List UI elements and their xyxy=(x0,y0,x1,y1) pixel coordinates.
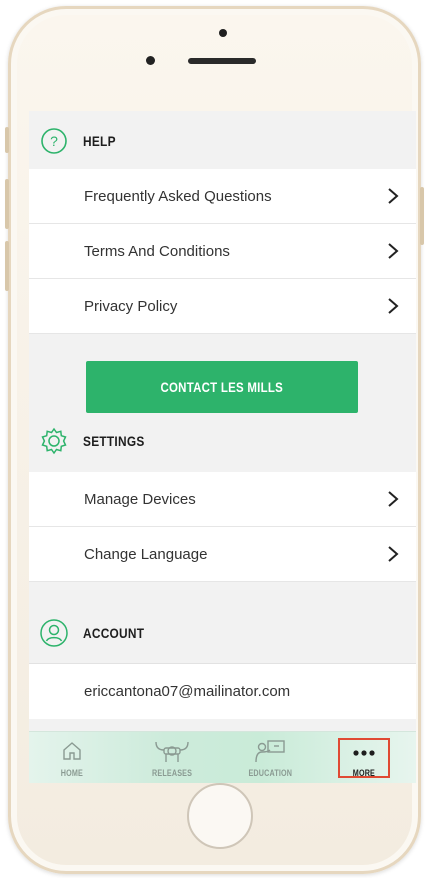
tab-releases-label: RELEASES xyxy=(151,768,193,778)
tab-home[interactable]: HOME xyxy=(29,732,117,783)
help-icon: ? xyxy=(39,126,69,156)
help-title: HELP xyxy=(83,133,116,149)
account-section-header: ACCOUNT xyxy=(29,605,416,661)
user-icon xyxy=(39,618,69,648)
app-screen: ? HELP Frequently Asked Questions Terms … xyxy=(29,111,416,783)
list-item-faq[interactable]: Frequently Asked Questions xyxy=(29,169,416,224)
list-item-label: Manage Devices xyxy=(84,491,196,508)
chevron-right-icon xyxy=(388,491,399,507)
list-item-label: Change Language xyxy=(84,546,208,563)
silent-switch xyxy=(5,127,9,153)
active-tab-highlight xyxy=(338,738,390,778)
volume-down-button xyxy=(5,241,9,291)
list-item-label: Privacy Policy xyxy=(84,298,178,315)
releases-icon xyxy=(152,738,192,764)
settings-title: SETTINGS xyxy=(83,433,145,449)
home-button[interactable] xyxy=(187,783,253,849)
help-section-header: ? HELP xyxy=(29,113,416,169)
account-title: ACCOUNT xyxy=(83,625,145,641)
education-icon xyxy=(252,738,288,764)
list-item-manage-devices[interactable]: Manage Devices xyxy=(29,472,416,527)
earpiece-speaker xyxy=(188,58,256,64)
chevron-right-icon xyxy=(388,298,399,314)
volume-up-button xyxy=(5,179,9,229)
home-icon xyxy=(61,738,83,764)
proximity-sensor xyxy=(219,29,227,37)
tab-education[interactable]: EDUCATION xyxy=(225,732,315,783)
list-item-privacy[interactable]: Privacy Policy xyxy=(29,279,416,334)
list-item-terms[interactable]: Terms And Conditions xyxy=(29,224,416,279)
chevron-right-icon xyxy=(388,546,399,562)
svg-text:?: ? xyxy=(50,133,58,149)
account-email-row: ericcantona07@mailinator.com xyxy=(29,663,416,719)
list-item-label: Frequently Asked Questions xyxy=(84,188,272,205)
account-email: ericcantona07@mailinator.com xyxy=(84,683,291,700)
contact-les-mills-button[interactable]: CONTACT LES MILLS xyxy=(86,361,358,413)
tab-home-label: HOME xyxy=(60,768,84,778)
list-item-label: Terms And Conditions xyxy=(84,243,230,260)
front-camera xyxy=(146,56,155,65)
list-item-change-language[interactable]: Change Language xyxy=(29,527,416,582)
contact-button-label: CONTACT LES MILLS xyxy=(160,379,284,395)
chevron-right-icon xyxy=(388,243,399,259)
chevron-right-icon xyxy=(388,188,399,204)
power-button xyxy=(420,187,424,245)
bottom-tab-bar: HOME RELEASES EDUCATION MORE xyxy=(29,731,416,783)
tab-education-label: EDUCATION xyxy=(248,768,292,778)
settings-section-header: SETTINGS xyxy=(29,413,416,469)
gear-icon xyxy=(39,426,69,456)
tab-releases[interactable]: RELEASES xyxy=(127,732,217,783)
